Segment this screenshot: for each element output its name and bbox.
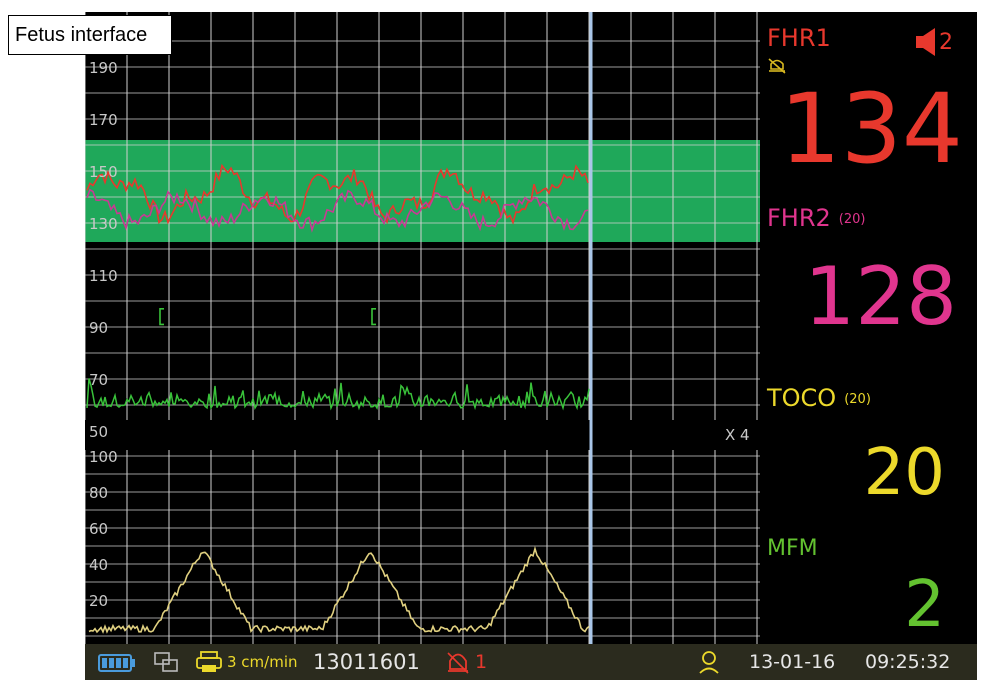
- record-id: 13011601: [313, 650, 420, 674]
- toco-sub: (20): [844, 391, 871, 407]
- fhr-tick-label: 90: [89, 319, 108, 337]
- toco-tick-label: 40: [89, 556, 108, 574]
- speaker-icon[interactable]: [915, 26, 937, 61]
- fhr2-sub: (20): [838, 211, 866, 227]
- fhr2-label-text: FHR2: [767, 204, 831, 232]
- scale-marker: X 4: [725, 426, 750, 444]
- toco-tick-label: 60: [89, 520, 108, 538]
- fhr1-volume: 2: [939, 30, 953, 55]
- fhr-tick-label: 150: [89, 163, 118, 181]
- fhr1-value: 134: [779, 73, 963, 185]
- toco-tick-label: 20: [89, 592, 108, 610]
- alarm-bell-icon[interactable]: [445, 644, 471, 680]
- fm-trace: [86, 378, 590, 411]
- print-speed[interactable]: 3 cm/min: [227, 644, 298, 680]
- fhr-tick-label: 50: [89, 423, 108, 441]
- toco-separator-band: [85, 420, 760, 450]
- toco-label: TOCO (20): [767, 384, 871, 412]
- battery-icon: [97, 644, 137, 680]
- alarm-count: 1: [475, 651, 488, 673]
- fhr-tick-label: 130: [89, 215, 118, 233]
- mfm-label: MFM: [767, 536, 818, 561]
- fhr-axis: 190 170 150 130 110 90 70 50: [89, 59, 118, 441]
- fhr1-label: FHR1: [767, 24, 831, 52]
- fhr-tick-label: 70: [89, 371, 108, 389]
- fhr2-label: FHR2 (20): [767, 204, 865, 232]
- printer-icon[interactable]: [195, 644, 223, 680]
- status-bar: 3 cm/min 13011601 1 13-01-16 09:25:32: [85, 644, 977, 680]
- network-icon: [153, 644, 181, 680]
- parameter-panel: FHR1 2 134 FHR2 (20) 128 TOCO (20) 20 MF…: [761, 12, 977, 644]
- toco-value: 20: [863, 436, 945, 510]
- fm-marker: [159, 308, 164, 326]
- toco-tick-label: 80: [89, 484, 108, 502]
- fhr2-value: 128: [804, 250, 957, 343]
- figure-caption: Fetus interface: [8, 15, 172, 55]
- monitor-screen: 190 170 150 130 110 90 70 50 100 80 60 40 20 X 4 FH…: [85, 12, 977, 680]
- user-icon[interactable]: [697, 644, 721, 680]
- date-display: 13-01-16: [749, 651, 836, 673]
- toco-label-text: TOCO: [767, 384, 837, 412]
- toco-trace: [88, 545, 590, 634]
- mfm-value: 2: [904, 568, 945, 642]
- grid-overlay: [85, 12, 760, 644]
- time-display: 09:25:32: [865, 651, 951, 673]
- toco-axis: 100 80 60 40 20: [89, 448, 118, 610]
- fhr-tick-label: 110: [89, 267, 118, 285]
- fhr-tick-label: 190: [89, 59, 118, 77]
- toco-tick-label: 100: [89, 448, 118, 466]
- fm-marker: [371, 308, 376, 326]
- fhr-tick-label: 170: [89, 111, 118, 129]
